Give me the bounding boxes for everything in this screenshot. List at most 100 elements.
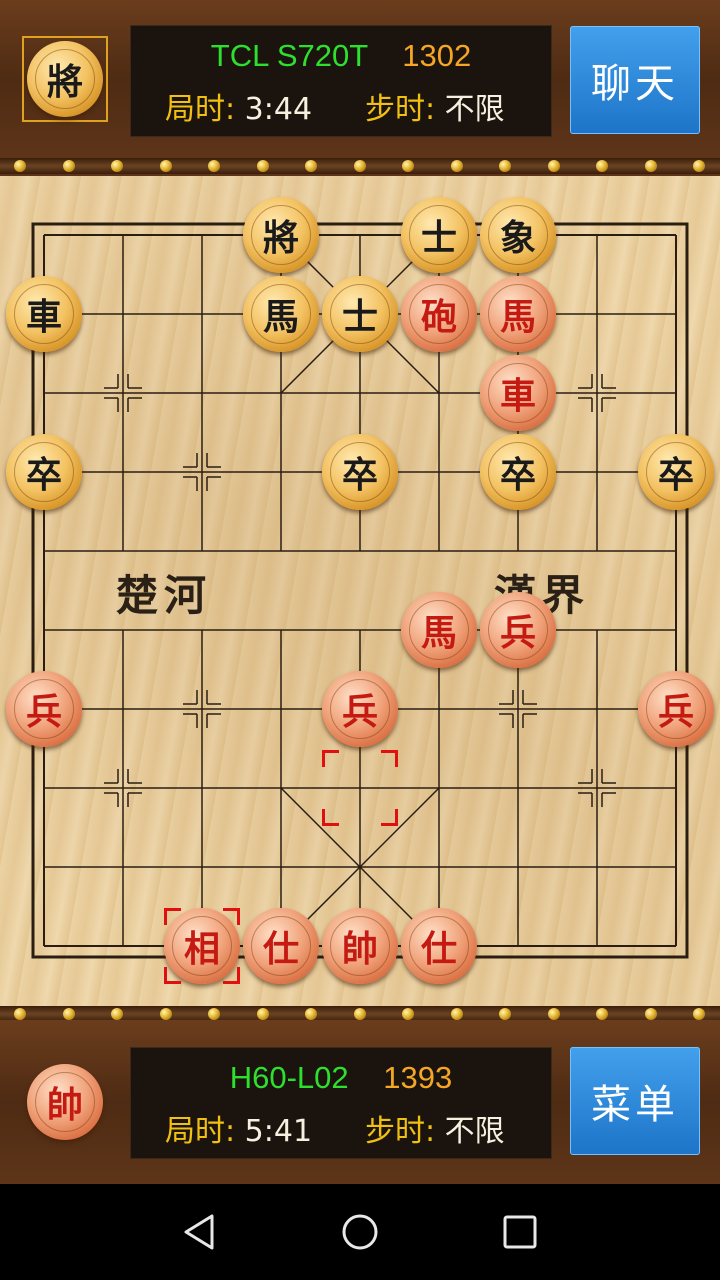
black-piece[interactable]: 象 bbox=[480, 197, 556, 273]
rail-stud bbox=[14, 1008, 26, 1020]
top-step-time: 不限 bbox=[444, 92, 505, 127]
bottom-game-time-label: 局时: bbox=[165, 1114, 236, 1149]
red-piece[interactable]: 兵 bbox=[322, 671, 398, 747]
black-piece[interactable]: 士 bbox=[322, 276, 398, 352]
rail-stud bbox=[402, 1008, 414, 1020]
last-move-to-marker bbox=[164, 908, 240, 984]
black-piece[interactable]: 卒 bbox=[638, 434, 714, 510]
piece-glyph: 馬 bbox=[251, 284, 311, 344]
piece-glyph: 將 bbox=[251, 205, 311, 265]
bottom-player-device: H60-L02 bbox=[229, 1060, 349, 1095]
black-piece[interactable]: 卒 bbox=[6, 434, 82, 510]
rail-stud bbox=[596, 1008, 608, 1020]
black-piece[interactable]: 車 bbox=[6, 276, 82, 352]
red-piece[interactable]: 帥 bbox=[322, 908, 398, 984]
top-player-device: TCL S720T bbox=[210, 38, 368, 73]
rail-stud bbox=[450, 1008, 463, 1020]
piece-glyph: 仕 bbox=[409, 916, 469, 976]
menu-button[interactable]: 菜单 bbox=[570, 1047, 700, 1155]
black-piece[interactable]: 卒 bbox=[480, 434, 556, 510]
rail-stud bbox=[62, 160, 75, 172]
top-step-time-label: 步时: bbox=[365, 92, 436, 127]
back-icon[interactable] bbox=[180, 1212, 220, 1252]
piece-glyph: 兵 bbox=[488, 600, 548, 660]
piece-glyph: 車 bbox=[488, 363, 548, 423]
rail-stud bbox=[14, 160, 26, 172]
recent-apps-icon[interactable] bbox=[500, 1212, 540, 1252]
rail-stud bbox=[353, 1008, 366, 1020]
piece-glyph: 卒 bbox=[14, 442, 74, 502]
piece-glyph: 卒 bbox=[330, 442, 390, 502]
rail-stud bbox=[111, 1008, 123, 1020]
piece-glyph: 馬 bbox=[409, 600, 469, 660]
top-player-avatar[interactable]: 將 bbox=[27, 41, 103, 117]
red-piece[interactable]: 馬 bbox=[401, 592, 477, 668]
black-piece[interactable]: 馬 bbox=[243, 276, 319, 352]
xiangqi-board[interactable]: 楚河 漢界 將士象車馬士砲馬車卒卒卒卒馬兵兵兵兵相仕帥仕 bbox=[0, 176, 720, 1006]
chat-button[interactable]: 聊天 bbox=[570, 26, 700, 134]
piece-glyph: 帥 bbox=[330, 916, 390, 976]
red-piece[interactable]: 馬 bbox=[480, 276, 556, 352]
piece-glyph: 士 bbox=[330, 284, 390, 344]
top-player-rating: 1302 bbox=[402, 38, 472, 73]
rail-stud bbox=[644, 1008, 657, 1020]
bottom-player-rating: 1393 bbox=[383, 1060, 453, 1095]
rail-stud bbox=[208, 1008, 220, 1020]
bottom-step-time: 不限 bbox=[444, 1114, 505, 1149]
rail-stud bbox=[402, 160, 414, 172]
last-move-from-marker bbox=[322, 750, 398, 826]
black-piece[interactable]: 士 bbox=[401, 197, 477, 273]
rail-stud bbox=[693, 1008, 705, 1020]
bottom-step-time-label: 步时: bbox=[365, 1114, 436, 1149]
rail-stud bbox=[499, 1008, 511, 1020]
piece-glyph: 象 bbox=[488, 205, 548, 265]
river-left-text: 楚河 bbox=[116, 571, 213, 620]
rail-stud bbox=[450, 160, 463, 172]
top-player-panel: 將 TCL S720T 1302 局时: 3:44 步时: 不限 聊天 bbox=[0, 0, 720, 160]
rail-stud bbox=[353, 160, 366, 172]
bottom-player-avatar[interactable]: 帥 bbox=[27, 1064, 103, 1140]
rail-stud bbox=[547, 160, 560, 172]
rail-stud bbox=[644, 160, 657, 172]
piece-glyph: 卒 bbox=[488, 442, 548, 502]
top-avatar-glyph: 將 bbox=[35, 49, 95, 109]
rail-stud bbox=[596, 160, 608, 172]
piece-glyph: 卒 bbox=[646, 442, 706, 502]
red-piece[interactable]: 砲 bbox=[401, 276, 477, 352]
piece-glyph: 兵 bbox=[14, 679, 74, 739]
bottom-player-info: H60-L02 1393 局时: 5:41 步时: 不限 bbox=[130, 1047, 552, 1159]
rail-stud bbox=[159, 160, 172, 172]
red-piece[interactable]: 仕 bbox=[243, 908, 319, 984]
piece-glyph: 砲 bbox=[409, 284, 469, 344]
rail-stud bbox=[256, 160, 269, 172]
home-icon[interactable] bbox=[340, 1212, 380, 1252]
piece-glyph: 兵 bbox=[330, 679, 390, 739]
red-piece[interactable]: 仕 bbox=[401, 908, 477, 984]
red-piece[interactable]: 車 bbox=[480, 355, 556, 431]
piece-glyph: 車 bbox=[14, 284, 74, 344]
black-piece[interactable]: 卒 bbox=[322, 434, 398, 510]
rail-stud bbox=[208, 160, 220, 172]
bottom-avatar-glyph: 帥 bbox=[35, 1072, 95, 1132]
black-piece[interactable]: 將 bbox=[243, 197, 319, 273]
piece-glyph: 兵 bbox=[646, 679, 706, 739]
rail-stud bbox=[547, 1008, 560, 1020]
rail-stud bbox=[305, 160, 317, 172]
rail-stud bbox=[499, 160, 511, 172]
red-piece[interactable]: 兵 bbox=[6, 671, 82, 747]
rail-stud bbox=[305, 1008, 317, 1020]
top-player-info: TCL S720T 1302 局时: 3:44 步时: 不限 bbox=[130, 25, 552, 137]
top-rail bbox=[0, 158, 720, 174]
top-game-time: 3:44 bbox=[244, 92, 313, 127]
rail-stud bbox=[62, 1008, 75, 1020]
red-piece[interactable]: 兵 bbox=[638, 671, 714, 747]
bottom-player-panel: 帥 H60-L02 1393 局时: 5:41 步时: 不限 菜单 bbox=[0, 1020, 720, 1184]
rail-stud bbox=[111, 160, 123, 172]
rail-stud bbox=[159, 1008, 172, 1020]
rail-stud bbox=[256, 1008, 269, 1020]
bottom-game-time: 5:41 bbox=[244, 1114, 313, 1149]
piece-glyph: 仕 bbox=[251, 916, 311, 976]
top-game-time-label: 局时: bbox=[165, 92, 236, 127]
system-nav-bar bbox=[0, 1184, 720, 1280]
red-piece[interactable]: 兵 bbox=[480, 592, 556, 668]
